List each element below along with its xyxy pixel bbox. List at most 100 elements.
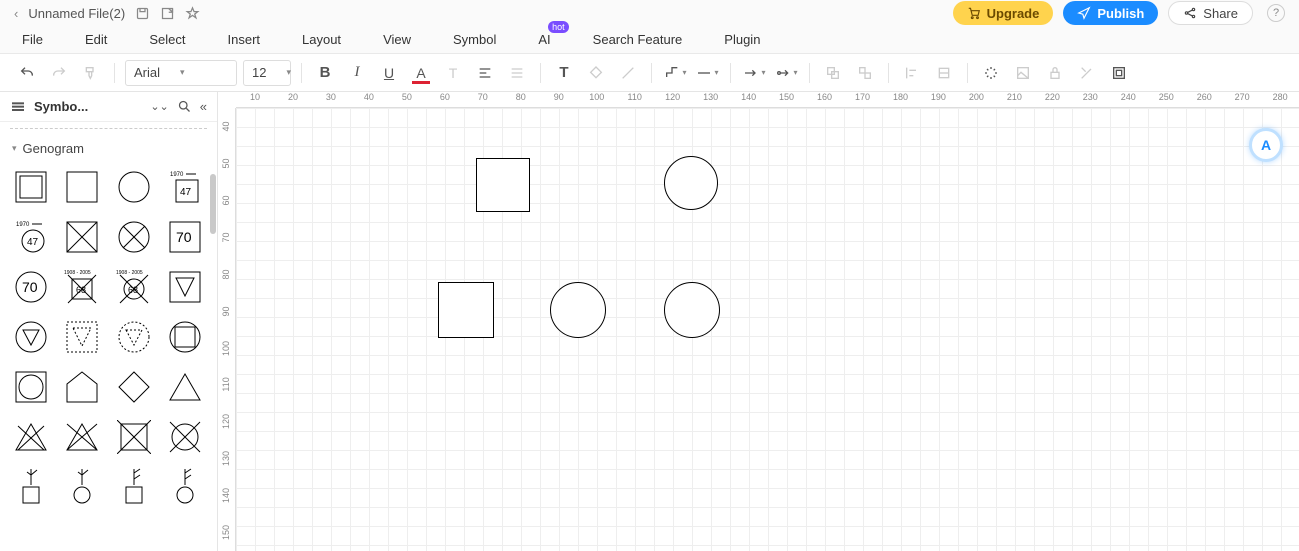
shape-double-circle-sq[interactable]: [164, 316, 206, 358]
canvas-circle[interactable]: [664, 282, 720, 338]
align-objects-icon[interactable]: [899, 60, 925, 86]
shape-square-70[interactable]: 70: [164, 216, 206, 258]
canvas[interactable]: 1020304050607080901001101201301401501601…: [218, 92, 1299, 551]
help-icon[interactable]: ?: [1267, 4, 1285, 22]
library-icon[interactable]: [10, 99, 26, 115]
ruler-tick: 100: [578, 92, 616, 107]
shape-sq-stem-dash[interactable]: [113, 466, 155, 508]
line-spacing-icon[interactable]: [504, 60, 530, 86]
arrow-start-icon[interactable]: ▾: [741, 60, 767, 86]
canvas-grid[interactable]: [236, 108, 1299, 551]
text-tool-icon[interactable]: T: [551, 60, 577, 86]
ruler-tick: 20: [274, 92, 312, 107]
share-button[interactable]: Share: [1168, 1, 1253, 25]
align-icon[interactable]: [472, 60, 498, 86]
shape-dashed-circ-tri[interactable]: [113, 316, 155, 358]
font-family-value: Arial: [134, 65, 160, 80]
shape-square-x[interactable]: [61, 216, 103, 258]
back-icon[interactable]: ‹: [14, 6, 18, 21]
shape-square-circle[interactable]: [10, 366, 52, 408]
canvas-square[interactable]: [476, 158, 530, 212]
shape-circ-stem-dash[interactable]: [164, 466, 206, 508]
ruler-tick: 30: [312, 92, 350, 107]
arrow-end-icon[interactable]: ▾: [773, 60, 799, 86]
text-highlight-icon[interactable]: T: [440, 60, 466, 86]
fill-color-icon[interactable]: [583, 60, 609, 86]
shape-circle-70[interactable]: 70: [10, 266, 52, 308]
group-icon[interactable]: [820, 60, 846, 86]
image-icon[interactable]: [1010, 60, 1036, 86]
shape-double-square[interactable]: [10, 166, 52, 208]
ruler-tick: 90: [540, 92, 578, 107]
shape-square[interactable]: [61, 166, 103, 208]
layers-icon[interactable]: [1106, 60, 1132, 86]
file-name[interactable]: Unnamed File(2): [28, 6, 125, 21]
line-style-icon[interactable]: ▾: [694, 60, 720, 86]
redo-icon[interactable]: [46, 60, 72, 86]
font-color-icon[interactable]: A: [408, 60, 434, 86]
search-icon[interactable]: [177, 99, 192, 114]
font-size-select[interactable]: 12▾: [243, 60, 291, 86]
ruler-tick: 220: [1033, 92, 1071, 107]
svg-text:47: 47: [180, 187, 192, 198]
separator: [651, 63, 652, 83]
format-painter-icon[interactable]: [78, 60, 104, 86]
menu-layout[interactable]: Layout: [302, 32, 341, 47]
shape-circle[interactable]: [113, 166, 155, 208]
shape-circ-tri-down[interactable]: [10, 316, 52, 358]
undo-icon[interactable]: [14, 60, 40, 86]
shape-circle-x[interactable]: [113, 216, 155, 258]
assistant-badge[interactable]: A: [1249, 128, 1283, 162]
panel-genogram[interactable]: ▾ Genogram: [0, 135, 217, 162]
connector-style-icon[interactable]: ▾: [662, 60, 688, 86]
shape-sq-tri-down[interactable]: [164, 266, 206, 308]
shape-triangle[interactable]: [164, 366, 206, 408]
shape-sq-x2[interactable]: [113, 416, 155, 458]
save-icon[interactable]: [135, 6, 150, 21]
line-color-icon[interactable]: [615, 60, 641, 86]
font-family-select[interactable]: Arial▾: [125, 60, 237, 86]
shape-year-circle[interactable]: 197047: [10, 216, 52, 258]
shape-pentagon[interactable]: [61, 366, 103, 408]
ungroup-icon[interactable]: [852, 60, 878, 86]
sidebar-scrollbar[interactable]: [210, 174, 216, 234]
ruler-tick: 110: [616, 92, 654, 107]
shape-tri-x[interactable]: [10, 416, 52, 458]
underline-icon[interactable]: U: [376, 60, 402, 86]
shape-tri-x2[interactable]: [61, 416, 103, 458]
shape-diamond[interactable]: [113, 366, 155, 408]
canvas-square[interactable]: [438, 282, 494, 338]
shape-year-square[interactable]: 197047: [164, 166, 206, 208]
canvas-circle[interactable]: [664, 156, 718, 210]
shape-sq-stem[interactable]: [10, 466, 52, 508]
menu-symbol[interactable]: Symbol: [453, 32, 496, 47]
shape-range-square[interactable]: 1908 - 200568: [61, 266, 103, 308]
menu-insert[interactable]: Insert: [228, 32, 261, 47]
collapse-sidebar-icon[interactable]: «: [200, 99, 207, 114]
menu-select[interactable]: Select: [149, 32, 185, 47]
distribute-icon[interactable]: [931, 60, 957, 86]
publish-button[interactable]: Publish: [1063, 1, 1158, 25]
menu-plugin[interactable]: Plugin: [724, 32, 760, 47]
menu-view[interactable]: View: [383, 32, 411, 47]
canvas-circle[interactable]: [550, 282, 606, 338]
shape-circ-stem[interactable]: [61, 466, 103, 508]
export-icon[interactable]: [160, 6, 175, 21]
menubar: File Edit Select Insert Layout View Symb…: [0, 26, 1299, 54]
italic-icon[interactable]: I: [344, 60, 370, 86]
bold-icon[interactable]: B: [312, 60, 338, 86]
star-icon[interactable]: [185, 6, 200, 21]
menu-ai[interactable]: AI hot: [538, 32, 550, 47]
shape-dashed-sq-tri[interactable]: [61, 316, 103, 358]
menu-edit[interactable]: Edit: [85, 32, 107, 47]
tools-icon[interactable]: [1074, 60, 1100, 86]
shape-range-circle[interactable]: 1908 - 200568: [113, 266, 155, 308]
shape-circ-x2[interactable]: [164, 416, 206, 458]
separator: [301, 63, 302, 83]
lock-icon[interactable]: [1042, 60, 1068, 86]
menu-file[interactable]: File: [22, 32, 43, 47]
expand-icon[interactable]: ⌄⌄: [150, 100, 168, 113]
effects-icon[interactable]: [978, 60, 1004, 86]
upgrade-button[interactable]: Upgrade: [953, 1, 1054, 25]
menu-search-feature[interactable]: Search Feature: [593, 32, 683, 47]
